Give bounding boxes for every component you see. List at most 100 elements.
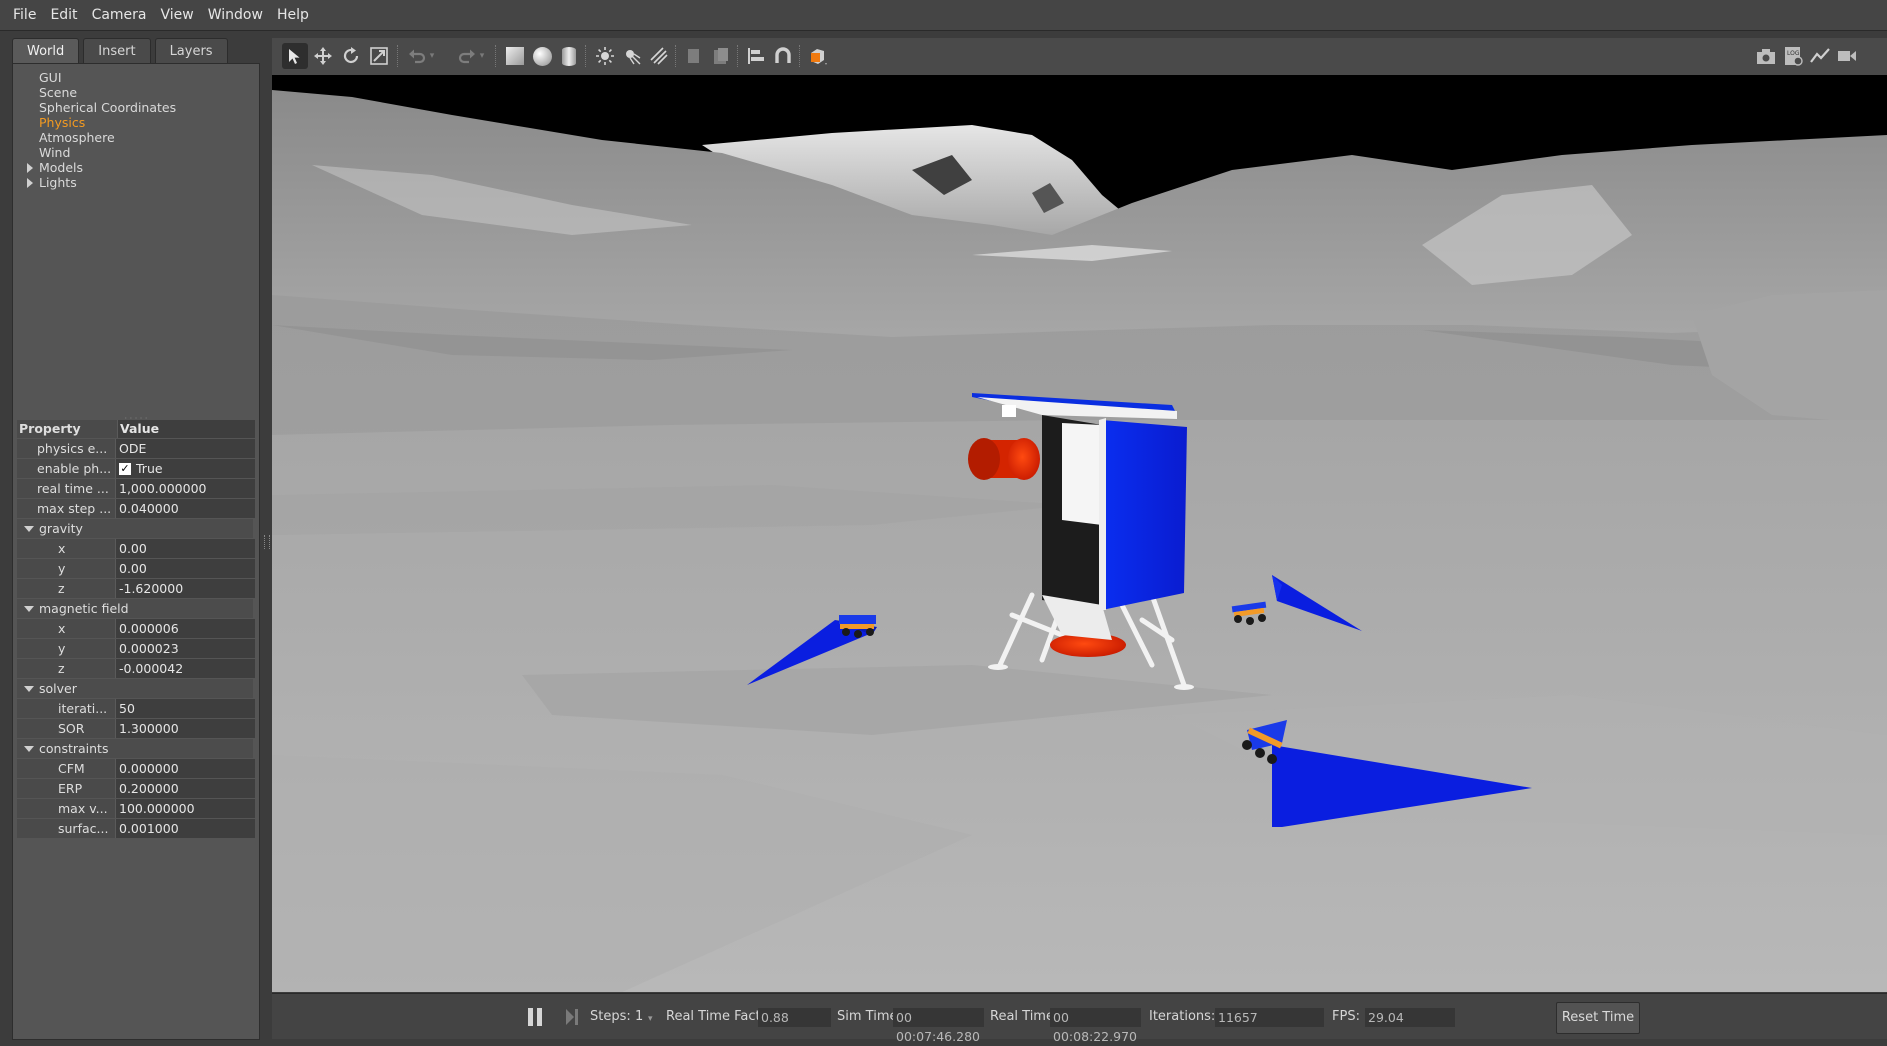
property-group-row[interactable]: solver — [17, 679, 255, 699]
tree-item-models[interactable]: Models — [13, 160, 259, 175]
collapse-arrow-icon[interactable] — [24, 686, 34, 692]
translate-icon[interactable] — [310, 43, 336, 69]
property-value[interactable]: 0.040000 — [115, 499, 255, 518]
property-value[interactable]: 50 — [115, 699, 255, 718]
property-value[interactable]: 0.200000 — [115, 779, 255, 798]
scene-viewport[interactable] — [272, 75, 1887, 992]
property-group-row[interactable]: gravity — [17, 519, 255, 539]
steps-value[interactable]: 1 — [635, 994, 643, 1039]
property-row[interactable]: x 0.000006 — [17, 619, 255, 639]
property-name: z — [17, 579, 115, 598]
plot-icon[interactable] — [1807, 43, 1833, 69]
property-value[interactable]: 0.000006 — [115, 619, 255, 638]
tree-item-label: Spherical Coordinates — [39, 100, 177, 115]
collapse-arrow-icon[interactable] — [24, 746, 34, 752]
menu-camera[interactable]: Camera — [85, 7, 154, 23]
property-group-row[interactable]: constraints — [17, 739, 255, 759]
sphere-shape-icon[interactable] — [529, 43, 555, 69]
tab-world[interactable]: World — [12, 38, 80, 64]
property-row[interactable]: SOR 1.300000 — [17, 719, 255, 739]
property-value[interactable]: ✓ True — [115, 459, 255, 478]
property-row[interactable]: iterati... 50 — [17, 699, 255, 719]
property-row[interactable]: physics e... ODE — [17, 439, 255, 459]
property-name-text: solver — [39, 681, 77, 696]
pause-button[interactable] — [528, 1008, 544, 1026]
property-name-text: real time ... — [37, 481, 109, 496]
property-column-header: Property — [17, 420, 117, 438]
expand-arrow-icon[interactable] — [27, 178, 33, 188]
box-shape-icon[interactable] — [502, 43, 528, 69]
rotate-icon[interactable] — [338, 43, 364, 69]
property-row[interactable]: surfac... 0.001000 — [17, 819, 255, 839]
property-name: ERP — [17, 779, 115, 798]
step-button[interactable] — [565, 1008, 579, 1026]
tree-item-spherical-coordinates[interactable]: Spherical Coordinates — [13, 100, 259, 115]
tree-item-wind[interactable]: Wind — [13, 145, 259, 160]
expand-arrow-icon[interactable] — [27, 163, 33, 173]
real-time-value: 00 00:08:22.970 — [1050, 1008, 1141, 1044]
property-value[interactable]: 1,000.000000 — [115, 479, 255, 498]
property-row[interactable]: z -0.000042 — [17, 659, 255, 679]
menu-help[interactable]: Help — [270, 7, 316, 23]
log-icon[interactable]: LOG — [1780, 43, 1806, 69]
menu-window[interactable]: Window — [201, 7, 270, 23]
property-row[interactable]: max step ... 0.040000 — [17, 499, 255, 519]
tree-item-scene[interactable]: Scene — [13, 85, 259, 100]
reset-time-button[interactable]: Reset Time — [1556, 1002, 1640, 1034]
cylinder-shape-icon[interactable] — [556, 43, 582, 69]
screenshot-camera-icon[interactable] — [1753, 43, 1779, 69]
fps-value: 29.04 — [1365, 1008, 1455, 1027]
steps-chevron-icon[interactable]: ▾ — [648, 997, 653, 1042]
scale-icon[interactable] — [366, 43, 392, 69]
panel-resize-handle[interactable] — [264, 535, 270, 549]
property-row[interactable]: CFM 0.000000 — [17, 759, 255, 779]
paste-icon[interactable] — [708, 43, 734, 69]
property-row[interactable]: x 0.00 — [17, 539, 255, 559]
property-value[interactable]: 0.000000 — [115, 759, 255, 778]
menu-file[interactable]: File — [6, 7, 43, 23]
point-light-icon[interactable] — [592, 43, 618, 69]
record-video-icon[interactable] — [1834, 43, 1860, 69]
undo-history-chevron-icon[interactable]: ▾ — [425, 43, 439, 69]
collapse-arrow-icon[interactable] — [24, 606, 34, 612]
menu-edit[interactable]: Edit — [43, 7, 84, 23]
property-row[interactable]: real time ... 1,000.000000 — [17, 479, 255, 499]
property-value[interactable]: 0.001000 — [115, 819, 255, 838]
property-value[interactable]: 1.300000 — [115, 719, 255, 738]
property-value-text: 0.00 — [119, 541, 147, 556]
tree-item-atmosphere[interactable]: Atmosphere — [13, 130, 259, 145]
spot-light-icon[interactable] — [619, 43, 645, 69]
property-row[interactable]: ERP 0.200000 — [17, 779, 255, 799]
property-value[interactable]: ODE — [115, 439, 255, 458]
snap-magnet-icon[interactable] — [770, 43, 796, 69]
property-value[interactable]: -1.620000 — [115, 579, 255, 598]
directional-light-icon[interactable] — [646, 43, 672, 69]
property-row[interactable]: max v... 100.000000 — [17, 799, 255, 819]
tree-item-gui[interactable]: GUI — [13, 70, 259, 85]
property-value[interactable]: 100.000000 — [115, 799, 255, 818]
collapse-arrow-icon[interactable] — [24, 526, 34, 532]
tree-item-lights[interactable]: Lights — [13, 175, 259, 190]
property-group-row[interactable]: magnetic field — [17, 599, 255, 619]
redo-history-chevron-icon[interactable]: ▾ — [475, 43, 489, 69]
tree-item-physics[interactable]: Physics — [13, 115, 259, 130]
property-name-text: magnetic field — [39, 601, 129, 616]
align-icon[interactable] — [743, 43, 769, 69]
property-row[interactable]: y 0.000023 — [17, 639, 255, 659]
property-value-text: ODE — [119, 441, 147, 456]
menu-view[interactable]: View — [154, 7, 201, 23]
enable-physics-checkbox[interactable]: ✓ — [119, 462, 131, 475]
property-value[interactable]: 0.00 — [115, 559, 255, 578]
property-value-text: 0.00 — [119, 561, 147, 576]
tab-layers[interactable]: Layers — [154, 38, 228, 64]
select-arrow-icon[interactable] — [282, 43, 308, 69]
copy-icon[interactable] — [681, 43, 707, 69]
property-value[interactable]: -0.000042 — [115, 659, 255, 678]
property-row[interactable]: enable ph... ✓ True — [17, 459, 255, 479]
property-value[interactable]: 0.000023 — [115, 639, 255, 658]
tab-insert[interactable]: Insert — [83, 38, 151, 64]
property-row[interactable]: z -1.620000 — [17, 579, 255, 599]
property-value[interactable]: 0.00 — [115, 539, 255, 558]
property-row[interactable]: y 0.00 — [17, 559, 255, 579]
change-view-icon[interactable] — [805, 43, 831, 69]
